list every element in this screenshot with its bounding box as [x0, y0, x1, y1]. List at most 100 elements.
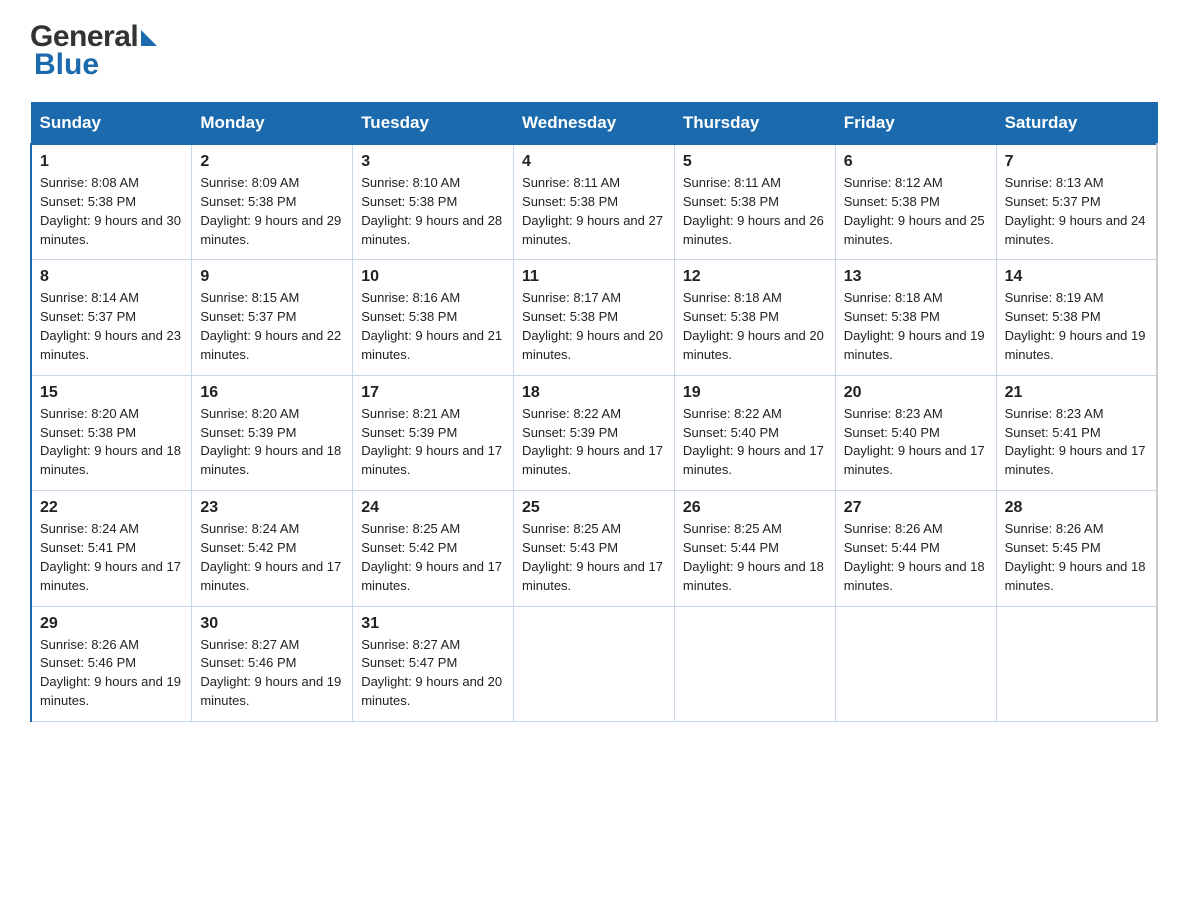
day-number: 10: [361, 268, 505, 286]
day-info: Sunrise: 8:11 AMSunset: 5:38 PMDaylight:…: [683, 175, 824, 247]
calendar-cell: [674, 606, 835, 721]
day-info: Sunrise: 8:22 AMSunset: 5:40 PMDaylight:…: [683, 406, 824, 478]
day-info: Sunrise: 8:14 AMSunset: 5:37 PMDaylight:…: [40, 290, 181, 362]
day-number: 21: [1005, 384, 1148, 402]
day-info: Sunrise: 8:25 AMSunset: 5:44 PMDaylight:…: [683, 521, 824, 593]
day-info: Sunrise: 8:25 AMSunset: 5:42 PMDaylight:…: [361, 521, 502, 593]
day-number: 4: [522, 153, 666, 171]
calendar-cell: [996, 606, 1157, 721]
calendar-cell: 17 Sunrise: 8:21 AMSunset: 5:39 PMDaylig…: [353, 375, 514, 490]
day-number: 23: [200, 499, 344, 517]
calendar-cell: 22 Sunrise: 8:24 AMSunset: 5:41 PMDaylig…: [31, 491, 192, 606]
day-number: 5: [683, 153, 827, 171]
day-info: Sunrise: 8:23 AMSunset: 5:40 PMDaylight:…: [844, 406, 985, 478]
page-header: General Blue: [30, 20, 1158, 82]
day-info: Sunrise: 8:19 AMSunset: 5:38 PMDaylight:…: [1005, 290, 1146, 362]
calendar-cell: 20 Sunrise: 8:23 AMSunset: 5:40 PMDaylig…: [835, 375, 996, 490]
calendar-cell: 28 Sunrise: 8:26 AMSunset: 5:45 PMDaylig…: [996, 491, 1157, 606]
col-header-sunday: Sunday: [31, 103, 192, 145]
calendar-cell: 30 Sunrise: 8:27 AMSunset: 5:46 PMDaylig…: [192, 606, 353, 721]
day-number: 24: [361, 499, 505, 517]
calendar-cell: 31 Sunrise: 8:27 AMSunset: 5:47 PMDaylig…: [353, 606, 514, 721]
calendar-week-row: 22 Sunrise: 8:24 AMSunset: 5:41 PMDaylig…: [31, 491, 1157, 606]
day-number: 26: [683, 499, 827, 517]
calendar-cell: 6 Sunrise: 8:12 AMSunset: 5:38 PMDayligh…: [835, 144, 996, 260]
day-info: Sunrise: 8:26 AMSunset: 5:46 PMDaylight:…: [40, 637, 181, 709]
calendar-cell: 25 Sunrise: 8:25 AMSunset: 5:43 PMDaylig…: [514, 491, 675, 606]
day-number: 9: [200, 268, 344, 286]
day-number: 17: [361, 384, 505, 402]
day-number: 28: [1005, 499, 1148, 517]
calendar-cell: 12 Sunrise: 8:18 AMSunset: 5:38 PMDaylig…: [674, 260, 835, 375]
calendar-cell: 1 Sunrise: 8:08 AMSunset: 5:38 PMDayligh…: [31, 144, 192, 260]
calendar-week-row: 15 Sunrise: 8:20 AMSunset: 5:38 PMDaylig…: [31, 375, 1157, 490]
calendar-cell: 27 Sunrise: 8:26 AMSunset: 5:44 PMDaylig…: [835, 491, 996, 606]
calendar-header-row: SundayMondayTuesdayWednesdayThursdayFrid…: [31, 103, 1157, 145]
calendar-cell: 9 Sunrise: 8:15 AMSunset: 5:37 PMDayligh…: [192, 260, 353, 375]
day-info: Sunrise: 8:22 AMSunset: 5:39 PMDaylight:…: [522, 406, 663, 478]
day-info: Sunrise: 8:09 AMSunset: 5:38 PMDaylight:…: [200, 175, 341, 247]
calendar-table: SundayMondayTuesdayWednesdayThursdayFrid…: [30, 102, 1158, 722]
day-info: Sunrise: 8:20 AMSunset: 5:39 PMDaylight:…: [200, 406, 341, 478]
day-number: 27: [844, 499, 988, 517]
day-info: Sunrise: 8:27 AMSunset: 5:46 PMDaylight:…: [200, 637, 341, 709]
calendar-cell: 26 Sunrise: 8:25 AMSunset: 5:44 PMDaylig…: [674, 491, 835, 606]
day-info: Sunrise: 8:15 AMSunset: 5:37 PMDaylight:…: [200, 290, 341, 362]
day-number: 31: [361, 615, 505, 633]
calendar-cell: 16 Sunrise: 8:20 AMSunset: 5:39 PMDaylig…: [192, 375, 353, 490]
day-number: 19: [683, 384, 827, 402]
day-info: Sunrise: 8:24 AMSunset: 5:41 PMDaylight:…: [40, 521, 181, 593]
calendar-cell: 18 Sunrise: 8:22 AMSunset: 5:39 PMDaylig…: [514, 375, 675, 490]
day-info: Sunrise: 8:11 AMSunset: 5:38 PMDaylight:…: [522, 175, 663, 247]
day-number: 11: [522, 268, 666, 286]
col-header-friday: Friday: [835, 103, 996, 145]
calendar-cell: 5 Sunrise: 8:11 AMSunset: 5:38 PMDayligh…: [674, 144, 835, 260]
day-number: 6: [844, 153, 988, 171]
day-number: 16: [200, 384, 344, 402]
day-number: 29: [40, 615, 183, 633]
day-number: 1: [40, 153, 183, 171]
day-number: 25: [522, 499, 666, 517]
day-info: Sunrise: 8:18 AMSunset: 5:38 PMDaylight:…: [844, 290, 985, 362]
day-info: Sunrise: 8:21 AMSunset: 5:39 PMDaylight:…: [361, 406, 502, 478]
day-info: Sunrise: 8:24 AMSunset: 5:42 PMDaylight:…: [200, 521, 341, 593]
calendar-cell: 3 Sunrise: 8:10 AMSunset: 5:38 PMDayligh…: [353, 144, 514, 260]
day-info: Sunrise: 8:10 AMSunset: 5:38 PMDaylight:…: [361, 175, 502, 247]
col-header-thursday: Thursday: [674, 103, 835, 145]
day-info: Sunrise: 8:26 AMSunset: 5:45 PMDaylight:…: [1005, 521, 1146, 593]
day-info: Sunrise: 8:23 AMSunset: 5:41 PMDaylight:…: [1005, 406, 1146, 478]
col-header-tuesday: Tuesday: [353, 103, 514, 145]
calendar-cell: 21 Sunrise: 8:23 AMSunset: 5:41 PMDaylig…: [996, 375, 1157, 490]
col-header-monday: Monday: [192, 103, 353, 145]
day-number: 13: [844, 268, 988, 286]
calendar-cell: 11 Sunrise: 8:17 AMSunset: 5:38 PMDaylig…: [514, 260, 675, 375]
day-number: 8: [40, 268, 183, 286]
calendar-cell: 14 Sunrise: 8:19 AMSunset: 5:38 PMDaylig…: [996, 260, 1157, 375]
day-number: 18: [522, 384, 666, 402]
day-number: 12: [683, 268, 827, 286]
calendar-cell: 15 Sunrise: 8:20 AMSunset: 5:38 PMDaylig…: [31, 375, 192, 490]
logo: General Blue: [30, 20, 157, 82]
day-info: Sunrise: 8:26 AMSunset: 5:44 PMDaylight:…: [844, 521, 985, 593]
calendar-cell: 4 Sunrise: 8:11 AMSunset: 5:38 PMDayligh…: [514, 144, 675, 260]
day-info: Sunrise: 8:12 AMSunset: 5:38 PMDaylight:…: [844, 175, 985, 247]
day-number: 30: [200, 615, 344, 633]
day-number: 7: [1005, 153, 1148, 171]
day-number: 22: [40, 499, 183, 517]
calendar-cell: 2 Sunrise: 8:09 AMSunset: 5:38 PMDayligh…: [192, 144, 353, 260]
day-number: 15: [40, 384, 183, 402]
day-info: Sunrise: 8:27 AMSunset: 5:47 PMDaylight:…: [361, 637, 502, 709]
day-info: Sunrise: 8:08 AMSunset: 5:38 PMDaylight:…: [40, 175, 181, 247]
day-info: Sunrise: 8:13 AMSunset: 5:37 PMDaylight:…: [1005, 175, 1146, 247]
logo-blue-text: Blue: [34, 48, 157, 82]
calendar-cell: 8 Sunrise: 8:14 AMSunset: 5:37 PMDayligh…: [31, 260, 192, 375]
calendar-cell: 23 Sunrise: 8:24 AMSunset: 5:42 PMDaylig…: [192, 491, 353, 606]
calendar-cell: 13 Sunrise: 8:18 AMSunset: 5:38 PMDaylig…: [835, 260, 996, 375]
col-header-saturday: Saturday: [996, 103, 1157, 145]
day-number: 3: [361, 153, 505, 171]
logo-arrow-icon: [141, 30, 157, 46]
calendar-week-row: 8 Sunrise: 8:14 AMSunset: 5:37 PMDayligh…: [31, 260, 1157, 375]
day-number: 2: [200, 153, 344, 171]
calendar-week-row: 29 Sunrise: 8:26 AMSunset: 5:46 PMDaylig…: [31, 606, 1157, 721]
calendar-cell: [514, 606, 675, 721]
